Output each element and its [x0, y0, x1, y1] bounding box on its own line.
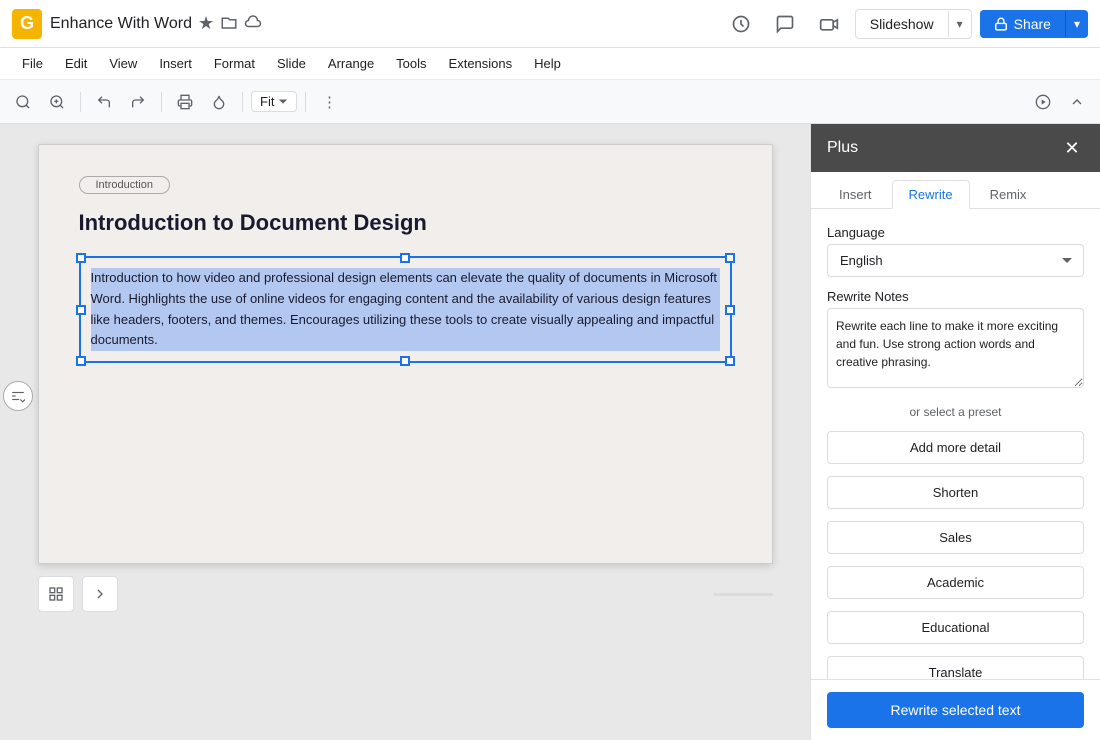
- slideshow-button[interactable]: Slideshow ▾: [855, 9, 972, 39]
- collapse-toolbar-button[interactable]: [1062, 87, 1092, 117]
- menu-help[interactable]: Help: [524, 52, 571, 75]
- next-slide-button[interactable]: [82, 576, 118, 612]
- side-panel: Plus ✕ Insert Rewrite Remix Language Eng…: [810, 124, 1100, 740]
- undo-button[interactable]: [89, 87, 119, 117]
- zoom-in-button[interactable]: [42, 87, 72, 117]
- search-tool-button[interactable]: [8, 87, 38, 117]
- tab-insert[interactable]: Insert: [823, 180, 888, 208]
- share-label: Share: [1014, 16, 1051, 32]
- top-right-controls: Slideshow ▾ Share ▾: [723, 6, 1088, 42]
- zoom-select[interactable]: Fit: [251, 91, 297, 112]
- slideshow-main-button[interactable]: Slideshow: [856, 10, 948, 38]
- handle-top-right[interactable]: [725, 253, 735, 263]
- preset-academic[interactable]: Academic: [827, 566, 1084, 599]
- slide-canvas: Introduction Introduction to Document De…: [38, 144, 773, 564]
- toolbar: Fit ⋮: [0, 80, 1100, 124]
- menu-extensions[interactable]: Extensions: [439, 52, 523, 75]
- more-options-button[interactable]: ⋮: [314, 87, 344, 117]
- panel-footer: Rewrite selected text: [811, 679, 1100, 740]
- language-select[interactable]: English Spanish French German Italian Po…: [827, 244, 1084, 277]
- menu-file[interactable]: File: [12, 52, 53, 75]
- slide-bottom-nav: [38, 576, 773, 612]
- folder-icon[interactable]: [220, 13, 238, 35]
- speaker-icon-area: [3, 381, 33, 411]
- speaker-notes-button[interactable]: [3, 381, 33, 411]
- preset-educational[interactable]: Educational: [827, 611, 1084, 644]
- language-section: Language English Spanish French German I…: [827, 225, 1084, 277]
- panel-tabs: Insert Rewrite Remix: [811, 172, 1100, 209]
- menu-insert[interactable]: Insert: [149, 52, 202, 75]
- preset-sales[interactable]: Sales: [827, 521, 1084, 554]
- present-button[interactable]: [1028, 87, 1058, 117]
- panel-close-button[interactable]: ✕: [1060, 136, 1084, 160]
- menu-edit[interactable]: Edit: [55, 52, 97, 75]
- preset-translate[interactable]: Translate: [827, 656, 1084, 679]
- history-button[interactable]: [723, 6, 759, 42]
- slide-editor: Introduction Introduction to Document De…: [0, 124, 810, 740]
- menu-format[interactable]: Format: [204, 52, 265, 75]
- top-bar: G Enhance With Word ★ Slideshow ▾: [0, 0, 1100, 48]
- preset-shorten[interactable]: Shorten: [827, 476, 1084, 509]
- handle-top-center[interactable]: [400, 253, 410, 263]
- comment-button[interactable]: [767, 6, 803, 42]
- print-button[interactable]: [170, 87, 200, 117]
- main-area: Introduction Introduction to Document De…: [0, 124, 1100, 740]
- menu-arrange[interactable]: Arrange: [318, 52, 384, 75]
- menu-view[interactable]: View: [99, 52, 147, 75]
- toolbar-separator-2: [161, 92, 162, 112]
- menu-tools[interactable]: Tools: [386, 52, 436, 75]
- selected-text-box[interactable]: Introduction to how video and profession…: [79, 256, 732, 363]
- language-label: Language: [827, 225, 1084, 240]
- panel-body: Language English Spanish French German I…: [811, 209, 1100, 679]
- tab-remix[interactable]: Remix: [974, 180, 1043, 208]
- handle-bottom-left[interactable]: [76, 356, 86, 366]
- toolbar-right: [1028, 87, 1092, 117]
- slide-label: Introduction: [79, 176, 170, 194]
- handle-top-left[interactable]: [76, 253, 86, 263]
- page-indicator: [713, 593, 773, 596]
- toolbar-separator-4: [305, 92, 306, 112]
- menu-bar: File Edit View Insert Format Slide Arran…: [0, 48, 1100, 80]
- doc-title: Enhance With Word: [50, 15, 192, 33]
- tab-rewrite[interactable]: Rewrite: [892, 180, 970, 209]
- camera-button[interactable]: [811, 6, 847, 42]
- share-main-button[interactable]: Share: [980, 10, 1065, 38]
- zoom-value: Fit: [260, 94, 274, 109]
- rewrite-selected-button[interactable]: Rewrite selected text: [827, 692, 1084, 728]
- title-icons: ★: [198, 13, 262, 35]
- cloud-icon[interactable]: [244, 13, 262, 35]
- slideshow-dropdown-button[interactable]: ▾: [948, 11, 971, 37]
- toolbar-separator-1: [80, 92, 81, 112]
- rewrite-notes-section: Rewrite Notes Rewrite each line to make …: [827, 289, 1084, 393]
- rewrite-notes-input[interactable]: Rewrite each line to make it more exciti…: [827, 308, 1084, 388]
- rewrite-notes-label: Rewrite Notes: [827, 289, 1084, 304]
- preset-add-detail[interactable]: Add more detail: [827, 431, 1084, 464]
- paint-button[interactable]: [204, 87, 234, 117]
- handle-middle-left[interactable]: [76, 305, 86, 315]
- selected-body-text: Introduction to how video and profession…: [91, 268, 720, 351]
- app-icon: G: [12, 9, 42, 39]
- grid-view-button[interactable]: [38, 576, 74, 612]
- slide-title: Introduction to Document Design: [79, 210, 732, 236]
- handle-bottom-center[interactable]: [400, 356, 410, 366]
- star-icon[interactable]: ★: [198, 13, 214, 34]
- handle-bottom-right[interactable]: [725, 356, 735, 366]
- toolbar-separator-3: [242, 92, 243, 112]
- doc-title-area: Enhance With Word ★: [50, 13, 715, 35]
- panel-title: Plus: [827, 139, 858, 157]
- panel-header: Plus ✕: [811, 124, 1100, 172]
- share-dropdown-button[interactable]: ▾: [1065, 11, 1088, 37]
- redo-button[interactable]: [123, 87, 153, 117]
- menu-slide[interactable]: Slide: [267, 52, 316, 75]
- preset-label: or select a preset: [827, 405, 1084, 419]
- handle-middle-right[interactable]: [725, 305, 735, 315]
- share-button[interactable]: Share ▾: [980, 10, 1088, 38]
